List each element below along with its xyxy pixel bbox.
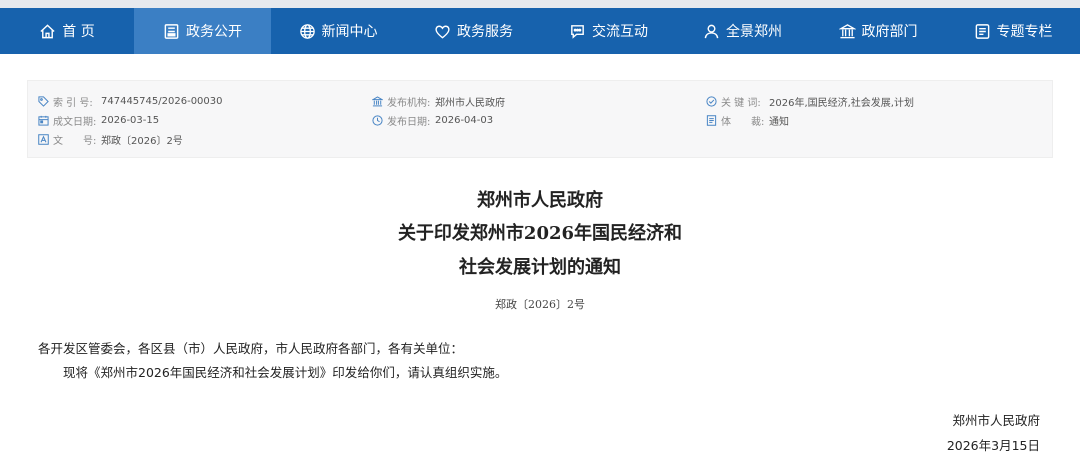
signature-date: 2026年3月15日: [946, 438, 1040, 453]
meta-label: 索 引 号:: [53, 98, 93, 109]
meta-label: 体 裁:: [721, 117, 765, 128]
text-icon: [38, 134, 49, 145]
nav-item-government-affairs[interactable]: 政务公开: [134, 8, 271, 54]
nav-item-services[interactable]: 政务服务: [405, 8, 542, 54]
chat-icon: [571, 24, 584, 39]
nav-item-interaction[interactable]: 交流互动: [542, 8, 675, 54]
meta-label: 发布日期:: [387, 117, 431, 128]
document-metadata-panel: 索 引 号: 747445745/2026-00030 成文日期: 2026-0…: [27, 80, 1053, 158]
calendar-icon: [38, 115, 49, 126]
signature-org: 郑州市人民政府: [952, 413, 1040, 428]
heart-icon: [435, 25, 450, 39]
document-title-line3: 社会发展计划的通知: [459, 257, 621, 278]
document-number: 郑政〔2026〕2号: [495, 298, 585, 311]
user-icon: [704, 24, 719, 38]
document-icon: [164, 23, 179, 39]
top-strip: [0, 0, 1080, 8]
clock-icon: [372, 115, 383, 126]
file-icon: [706, 115, 717, 126]
document-title-line2: 关于印发郑州市2026年国民经济和: [397, 223, 683, 244]
tag-icon: [38, 96, 49, 107]
meta-genre: 体 裁: 通知: [706, 113, 789, 128]
meta-created-date: 成文日期: 2026-03-15: [38, 113, 159, 128]
nav-item-label: 交流互动: [592, 24, 648, 40]
meta-index-number: 索 引 号: 747445745/2026-00030: [38, 94, 223, 109]
nav-item-label: 新闻中心: [321, 24, 378, 40]
nav-item-home[interactable]: 首 页: [0, 8, 134, 54]
meta-value: 2026-03-15: [101, 115, 160, 126]
meta-label: 关 键 词:: [721, 98, 761, 109]
home-icon: [40, 23, 55, 38]
meta-published-date: 发布日期: 2026-04-03: [372, 113, 493, 128]
salutation: 各开发区管委会，各区县（市）人民政府，市人民政府各部门，各有关单位：: [38, 341, 464, 356]
check-circle-icon: [706, 96, 717, 107]
meta-document-number: 文 号: 郑政〔2026〕2号: [38, 132, 183, 147]
list-icon: [975, 23, 989, 39]
nav-item-label: 政务服务: [457, 24, 513, 40]
document-title-line1: 郑州市人民政府: [477, 190, 603, 211]
nav-item-label: 专题专栏: [996, 24, 1053, 40]
meta-value: 747445745/2026-00030: [101, 96, 223, 107]
meta-label: 成文日期:: [53, 117, 97, 128]
nav-item-label: 政务公开: [186, 24, 242, 40]
main-nav: 首 页 政务公开 新闻中心 政务服务 交流互动 全景郑州 政府部门 专题专栏: [0, 8, 1080, 54]
building-icon: [372, 96, 383, 107]
meta-label: 文 号:: [53, 136, 97, 147]
meta-label: 发布机构:: [387, 98, 431, 109]
nav-item-departments[interactable]: 政府部门: [810, 8, 946, 54]
nav-item-label: 首 页: [62, 24, 95, 40]
nav-item-topics[interactable]: 专题专栏: [946, 8, 1080, 54]
globe-icon: [299, 23, 315, 39]
meta-keywords: 关 键 词: 2026年,国民经济,社会发展,计划: [706, 94, 914, 109]
nav-item-panorama[interactable]: 全景郑州: [675, 8, 810, 54]
nav-item-label: 政府部门: [861, 24, 918, 40]
building-icon: [838, 23, 856, 38]
meta-value: 2026年,国民经济,社会发展,计划: [769, 98, 914, 109]
meta-value: 郑政〔2026〕2号: [101, 136, 183, 147]
meta-value: 2026-04-03: [435, 115, 494, 126]
body-paragraph: 现将《郑州市2026年国民经济和社会发展计划》印发给你们，请认真组织实施。: [63, 365, 508, 380]
meta-value: 通知: [769, 117, 789, 128]
nav-item-label: 全景郑州: [726, 24, 782, 40]
nav-item-news[interactable]: 新闻中心: [271, 8, 405, 54]
meta-value: 郑州市人民政府: [435, 98, 505, 109]
meta-publishing-org: 发布机构: 郑州市人民政府: [372, 94, 505, 109]
